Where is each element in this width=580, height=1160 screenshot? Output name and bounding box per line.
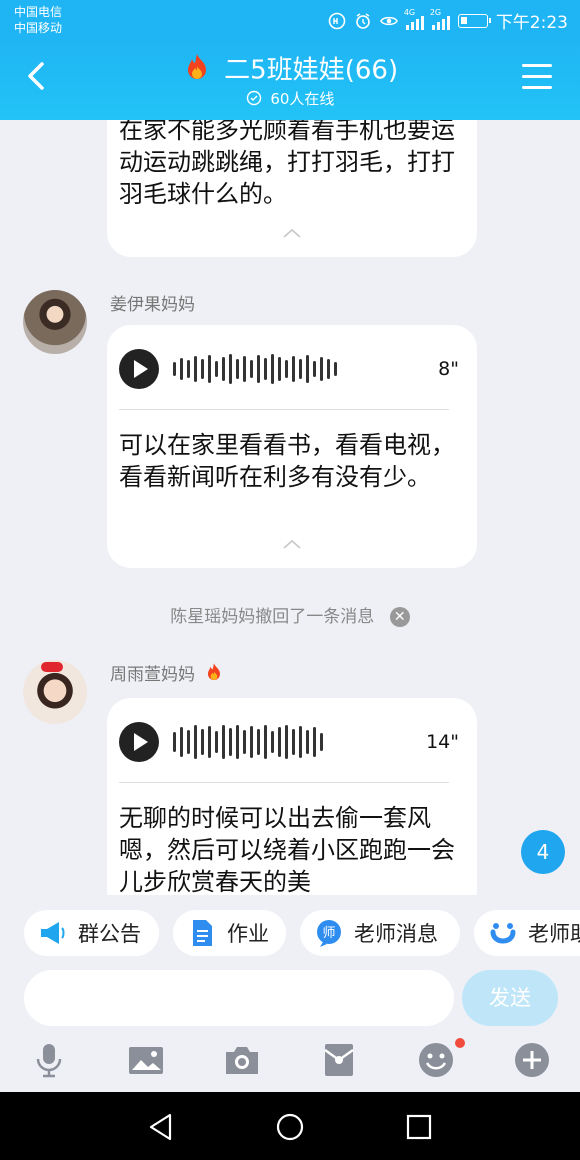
voice-duration: 8" (438, 358, 459, 380)
hair-bow-icon (41, 662, 63, 672)
status-icons: 4G 2G 下午2:23 (328, 8, 568, 33)
chip-teacher-messages[interactable]: 师 老师消息 (300, 910, 460, 956)
clock: 下午2:23 (495, 13, 568, 33)
menu-line-icon (522, 75, 552, 78)
teacher-icon: 师 (317, 920, 341, 947)
divider (119, 782, 449, 783)
chip-homework[interactable]: 作业 (173, 910, 286, 956)
avatar[interactable] (23, 290, 87, 354)
close-icon[interactable]: ✕ (389, 607, 410, 627)
online-icon (246, 90, 262, 110)
voice-transcript: 无聊的时候可以出去偷一套风嗯，然后可以绕着小区跑跑一会儿步欣赏春天的美 (119, 804, 455, 895)
waveform-icon (173, 354, 428, 384)
chip-label: 老师助 (528, 922, 580, 946)
carrier-info: 中国电信 中国移动 (14, 4, 62, 36)
voice-player[interactable]: 14" (119, 720, 459, 764)
recall-notice: 陈星瑶妈妈撤回了一条消息 ✕ (0, 602, 580, 627)
chip-announcement[interactable]: 群公告 (24, 910, 159, 956)
signal-2-icon: 2G (430, 8, 450, 30)
megaphone-icon (41, 922, 65, 944)
online-count: 60人在线 (270, 90, 335, 108)
image-icon[interactable] (126, 1040, 166, 1080)
status-bar: 中国电信 中国移动 4G 2G 下午2:23 (0, 0, 580, 40)
voice-transcript: 可以在家里看看书，看看电视，看看新闻听在利多有没有少。 (119, 431, 455, 491)
fire-icon (182, 52, 212, 90)
smile-u-icon (490, 923, 516, 944)
signal-1-icon: 4G (404, 8, 424, 30)
message-text: 在家不能多光顾着看手机也要运动运动跳跳绳，打打羽毛，打打羽毛球什么的。 (119, 120, 455, 208)
group-title[interactable]: 二5班娃娃(66) (0, 52, 580, 90)
sender-name: 姜伊果妈妈 (110, 295, 195, 315)
voice-player[interactable]: 8" (119, 347, 459, 391)
menu-line-icon (522, 86, 552, 89)
carrier-1: 中国电信 (14, 5, 63, 19)
message-input[interactable] (24, 970, 454, 1026)
nav-recents-icon[interactable] (402, 1110, 436, 1144)
chip-label: 作业 (227, 922, 269, 946)
avatar[interactable] (23, 660, 87, 724)
chip-label: 群公告 (78, 922, 141, 946)
camera-icon[interactable] (222, 1040, 262, 1080)
message-bubble[interactable]: 在家不能多光顾着看手机也要运动运动跳跳绳，打打羽毛，打打羽毛球什么的。 (107, 120, 477, 257)
nav-back-icon[interactable] (144, 1110, 178, 1144)
document-icon (193, 920, 212, 946)
alarm-icon (354, 12, 372, 30)
chat-area[interactable]: 在家不能多光顾着看手机也要运动运动跳跳绳，打打羽毛，打打羽毛球什么的。 姜伊果妈… (0, 120, 580, 895)
eye-icon (379, 12, 398, 30)
input-toolbar (0, 1035, 580, 1090)
battery-icon (457, 13, 491, 28)
play-icon[interactable] (119, 722, 159, 762)
system-nav-bar (0, 1092, 580, 1160)
fire-badge-icon (204, 661, 224, 688)
carrier-2: 中国移动 (14, 21, 63, 35)
play-icon[interactable] (119, 349, 159, 389)
sender-name: 周雨萱妈妈 (110, 660, 224, 688)
menu-button[interactable] (522, 64, 552, 90)
chip-teacher-assistant[interactable]: 老师助 (474, 910, 580, 956)
network-2-label: 2G (429, 7, 442, 17)
chip-label: 老师消息 (354, 922, 438, 946)
notification-dot-icon (455, 1038, 465, 1048)
input-bar: 发送 (0, 965, 580, 1035)
sender-name-text: 周雨萱妈妈 (110, 665, 195, 685)
collapse-chevron-icon[interactable] (283, 228, 301, 238)
voice-duration: 14" (426, 731, 459, 753)
red-packet-icon[interactable] (319, 1040, 359, 1080)
chat-header: 二5班娃娃(66) 60人在线 (0, 40, 580, 120)
send-button[interactable]: 发送 (462, 970, 558, 1026)
voice-message-bubble[interactable]: 8" 可以在家里看看书，看看电视，看看新闻听在利多有没有少。 (107, 325, 477, 568)
hd-call-icon (328, 12, 346, 30)
recall-notice-text: 陈星瑶妈妈撤回了一条消息 (170, 607, 375, 627)
unread-count-badge[interactable]: 4 (521, 830, 565, 874)
svg-text:师: 师 (322, 926, 335, 941)
menu-line-icon (522, 64, 552, 67)
divider (119, 409, 449, 410)
microphone-icon[interactable] (29, 1040, 69, 1080)
quick-actions-bar: 群公告 作业 师 老师消息 老师助 (0, 895, 580, 975)
network-1-label: 4G (403, 7, 416, 17)
online-status: 60人在线 (0, 88, 580, 110)
group-name: 二5班娃娃(66) (224, 55, 399, 86)
nav-home-icon[interactable] (273, 1110, 307, 1144)
waveform-icon (173, 725, 416, 759)
voice-message-bubble[interactable]: 14" 无聊的时候可以出去偷一套风嗯，然后可以绕着小区跑跑一会儿步欣赏春天的美 (107, 698, 477, 895)
add-icon[interactable] (512, 1040, 552, 1080)
collapse-chevron-icon[interactable] (283, 539, 301, 549)
emoji-icon[interactable] (416, 1040, 456, 1080)
